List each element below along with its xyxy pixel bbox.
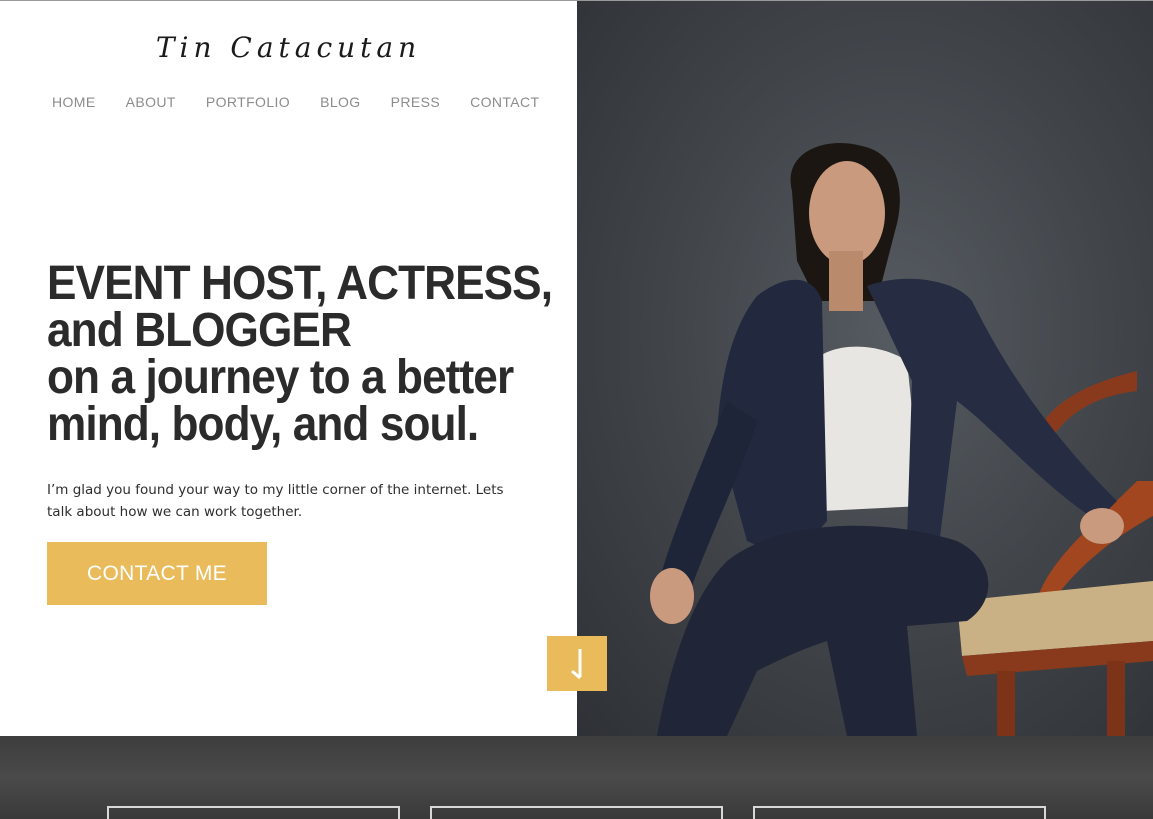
hero-left-panel: Tin Catacutan HOME ABOUT PORTFOLIO BLOG …: [0, 1, 577, 736]
headline-line: and BLOGGER: [47, 304, 352, 357]
main-nav: HOME ABOUT PORTFOLIO BLOG PRESS CONTACT: [52, 94, 540, 110]
service-card[interactable]: [107, 806, 400, 819]
logo-text[interactable]: Tin Catacutan: [156, 31, 421, 71]
service-card[interactable]: [753, 806, 1046, 819]
scroll-down-button[interactable]: [547, 636, 607, 691]
nav-blog[interactable]: BLOG: [320, 94, 361, 110]
headline-line: mind, body, and soul.: [47, 398, 479, 451]
hero-photo: [577, 1, 1153, 736]
nav-about[interactable]: ABOUT: [126, 94, 176, 110]
portrait-illustration: [650, 143, 1153, 736]
hero-intro-text: I’m glad you found your way to my little…: [47, 482, 504, 520]
nav-portfolio[interactable]: PORTFOLIO: [206, 94, 290, 110]
nav-home[interactable]: HOME: [52, 94, 96, 110]
site-logo[interactable]: Tin Catacutan: [0, 31, 577, 71]
contact-me-button[interactable]: CONTACT ME: [47, 542, 267, 605]
nav-contact[interactable]: CONTACT: [470, 94, 539, 110]
hero-headline: EVENT HOST, ACTRESS, and BLOGGER on a jo…: [47, 257, 553, 451]
service-card[interactable]: [430, 806, 723, 819]
arrow-down-icon: [571, 648, 582, 679]
services-section: [0, 736, 1153, 819]
headline-line: on a journey to a better: [47, 351, 514, 404]
headline-line: EVENT HOST, ACTRESS,: [47, 257, 553, 310]
nav-press[interactable]: PRESS: [391, 94, 440, 110]
